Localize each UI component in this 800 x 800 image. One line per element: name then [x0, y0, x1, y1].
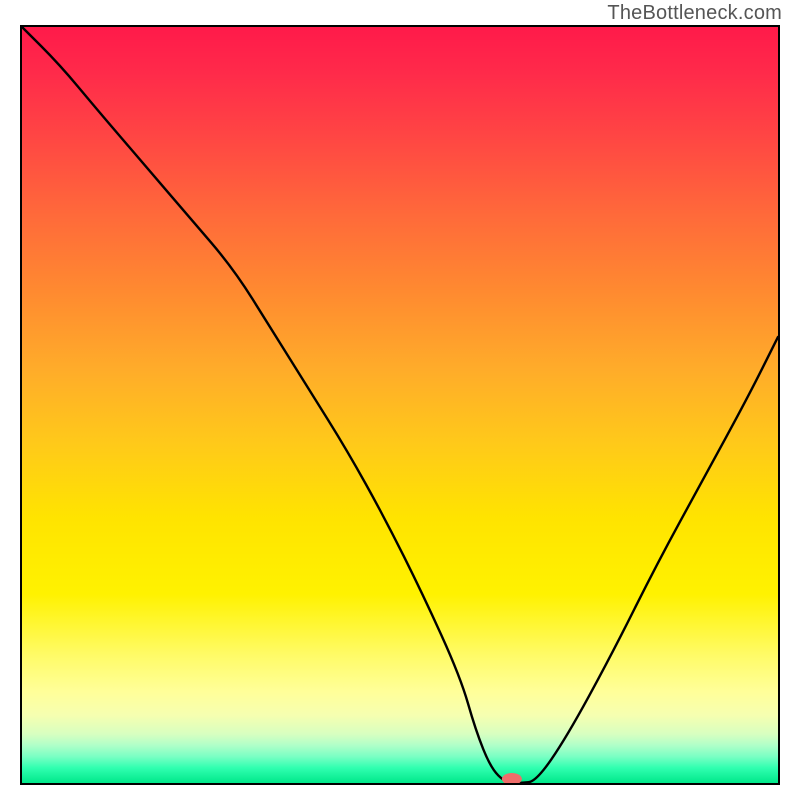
bottleneck-curve — [22, 27, 778, 783]
optimal-point-marker — [502, 773, 522, 783]
attribution-label: TheBottleneck.com — [607, 2, 782, 25]
plot-area — [20, 25, 780, 785]
chart-container: TheBottleneck.com — [0, 0, 800, 800]
chart-svg — [22, 27, 778, 783]
